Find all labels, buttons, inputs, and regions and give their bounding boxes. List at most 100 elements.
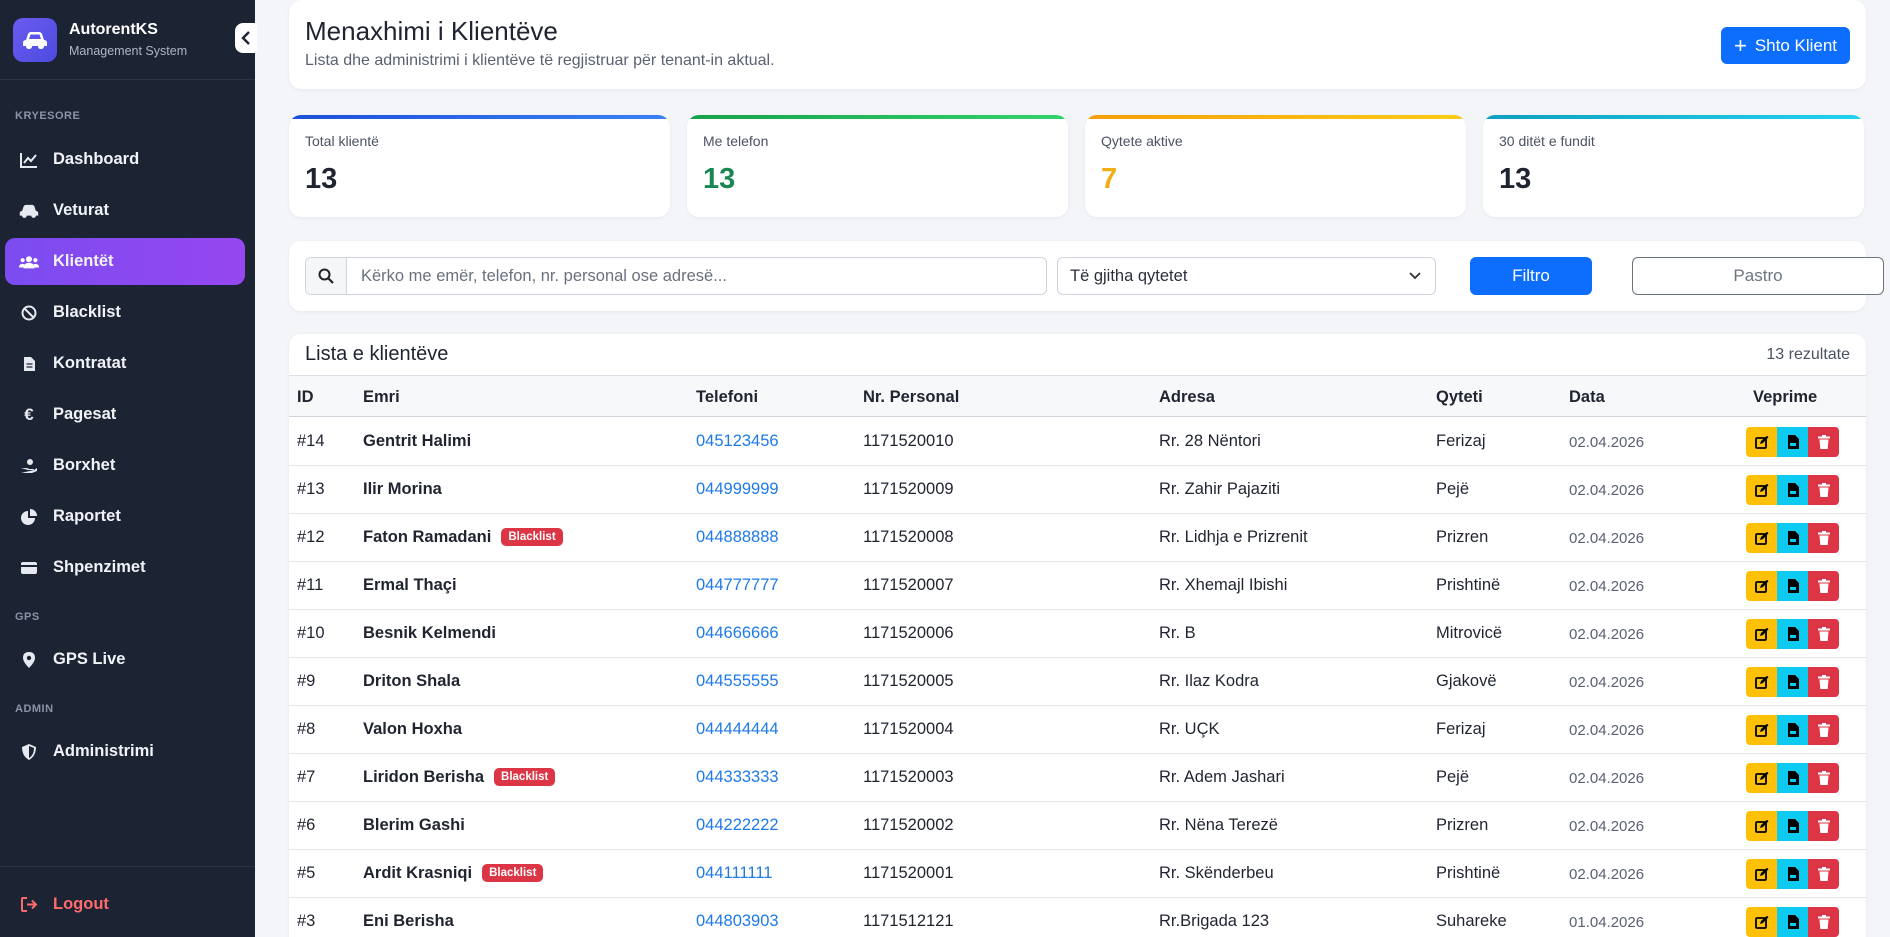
client-id: #11: [297, 576, 323, 595]
collapse-sidebar-button[interactable]: [235, 23, 257, 53]
edit-button[interactable]: [1746, 523, 1777, 553]
pdf-button[interactable]: [1777, 811, 1808, 841]
pdf-button[interactable]: [1777, 859, 1808, 889]
file-pdf-icon: [1787, 579, 1799, 593]
client-phone-link[interactable]: 044555555: [696, 672, 779, 691]
main-content: Menaxhimi i Klientëve Lista dhe administ…: [255, 0, 1890, 937]
edit-button[interactable]: [1746, 907, 1777, 937]
edit-button[interactable]: [1746, 859, 1777, 889]
clear-button[interactable]: Pastro: [1632, 257, 1884, 295]
pdf-button[interactable]: [1777, 763, 1808, 793]
sidebar-item-veturat[interactable]: Veturat: [5, 187, 245, 234]
delete-button[interactable]: [1808, 907, 1839, 937]
client-personal-number: 1171520008: [863, 528, 954, 547]
column-header[interactable]: Nr. Personal: [863, 388, 959, 407]
edit-button[interactable]: [1746, 475, 1777, 505]
client-phone-link[interactable]: 044444444: [696, 720, 779, 739]
client-address: Rr. UÇK: [1159, 720, 1220, 739]
sidebar-item-label: Shpenzimet: [53, 558, 146, 576]
client-phone-link[interactable]: 044111111: [696, 864, 772, 883]
table-row: #8 Valon Hoxha 044444444 1171520004 Rr. UÇK F…: [289, 706, 1866, 754]
client-phone-link[interactable]: 044777777: [696, 576, 779, 595]
sidebar-item-dashboard[interactable]: Dashboard: [5, 136, 245, 183]
edit-button[interactable]: [1746, 811, 1777, 841]
client-phone-link[interactable]: 044333333: [696, 768, 779, 787]
row-actions: [1746, 427, 1839, 457]
search-box: [305, 257, 1047, 295]
stat-label: Me telefon: [703, 133, 769, 149]
pdf-button[interactable]: [1777, 475, 1808, 505]
sidebar-item-gps-live[interactable]: GPS Live: [5, 636, 245, 683]
sidebar-item-pagesat[interactable]: € Pagesat: [5, 391, 245, 438]
sidebar-item-administrimi[interactable]: Administrimi: [5, 728, 245, 775]
edit-button[interactable]: [1746, 763, 1777, 793]
delete-button[interactable]: [1808, 571, 1839, 601]
column-header[interactable]: Telefoni: [696, 388, 758, 407]
client-personal-number-text: 1171520006: [863, 624, 954, 642]
delete-button[interactable]: [1808, 859, 1839, 889]
delete-button[interactable]: [1808, 811, 1839, 841]
delete-button[interactable]: [1808, 523, 1839, 553]
client-phone-link[interactable]: 044888888: [696, 528, 779, 547]
edit-button[interactable]: [1746, 715, 1777, 745]
delete-button[interactable]: [1808, 619, 1839, 649]
sidebar-item-kontratat[interactable]: Kontratat: [5, 340, 245, 387]
edit-button[interactable]: [1746, 427, 1777, 457]
delete-button[interactable]: [1808, 763, 1839, 793]
ban-icon: [19, 303, 39, 323]
sidebar: AutorentKS Management System KRYESORE Da…: [0, 0, 257, 937]
client-personal-number-text: 1171520010: [863, 432, 954, 450]
delete-button[interactable]: [1808, 427, 1839, 457]
sidebar-item-klientet[interactable]: Klientët: [5, 238, 245, 285]
pdf-button[interactable]: [1777, 667, 1808, 697]
client-phone-link[interactable]: 044999999: [696, 480, 779, 499]
client-name-text: Ilir Morina: [363, 480, 442, 498]
pdf-button[interactable]: [1777, 907, 1808, 937]
client-personal-number-text: 1171520007: [863, 576, 954, 594]
client-phone-link[interactable]: 045123456: [696, 432, 779, 451]
edit-icon: [1754, 915, 1768, 929]
client-city-text: Gjakovë: [1436, 672, 1497, 690]
sidebar-item-blacklist[interactable]: Blacklist: [5, 289, 245, 336]
edit-button[interactable]: [1746, 619, 1777, 649]
client-phone-link[interactable]: 044222222: [696, 816, 779, 835]
client-address: Rr. Skënderbeu: [1159, 864, 1274, 883]
delete-button[interactable]: [1808, 715, 1839, 745]
delete-button[interactable]: [1808, 667, 1839, 697]
logout-button[interactable]: Logout: [5, 881, 245, 928]
client-address: Rr. Zahir Pajaziti: [1159, 480, 1280, 499]
pdf-button[interactable]: [1777, 571, 1808, 601]
column-header[interactable]: ID: [297, 388, 314, 407]
stat-value: 13: [703, 163, 736, 195]
delete-button[interactable]: [1808, 475, 1839, 505]
client-name-text: Driton Shala: [363, 672, 461, 690]
blacklist-badge: Blacklist: [482, 864, 544, 882]
sidebar-item-label: Veturat: [53, 201, 109, 219]
column-header[interactable]: Emri: [363, 388, 400, 407]
sidebar-item-raportet[interactable]: Raportet: [5, 493, 245, 540]
pdf-button[interactable]: [1777, 715, 1808, 745]
client-date-text: 02.04.2026: [1569, 866, 1645, 883]
column-header[interactable]: Adresa: [1159, 388, 1215, 407]
edit-button[interactable]: [1746, 667, 1777, 697]
column-header[interactable]: Qyteti: [1436, 388, 1483, 407]
add-client-button[interactable]: + Shto Klient: [1721, 27, 1850, 64]
filter-button[interactable]: Filtro: [1470, 257, 1592, 295]
row-actions: [1746, 667, 1839, 697]
sidebar-item-label: Blacklist: [53, 303, 121, 321]
client-phone-link[interactable]: 044803903: [696, 912, 779, 931]
city-select[interactable]: Të gjitha qytetet: [1057, 257, 1436, 295]
pdf-button[interactable]: [1777, 523, 1808, 553]
client-id: #14: [297, 432, 325, 451]
pdf-button[interactable]: [1777, 619, 1808, 649]
client-phone-link[interactable]: 044666666: [696, 624, 779, 643]
edit-button[interactable]: [1746, 571, 1777, 601]
search-input[interactable]: [347, 258, 1046, 294]
sidebar-item-shpenzimet[interactable]: Shpenzimet: [5, 544, 245, 591]
pdf-button[interactable]: [1777, 427, 1808, 457]
sidebar-item-borxhet[interactable]: Borxhet: [5, 442, 245, 489]
column-header[interactable]: Data: [1569, 388, 1605, 407]
client-address-text: Rr. Ilaz Kodra: [1159, 672, 1259, 690]
client-id-text: #10: [297, 624, 325, 642]
client-personal-number-text: 1171520003: [863, 768, 954, 786]
